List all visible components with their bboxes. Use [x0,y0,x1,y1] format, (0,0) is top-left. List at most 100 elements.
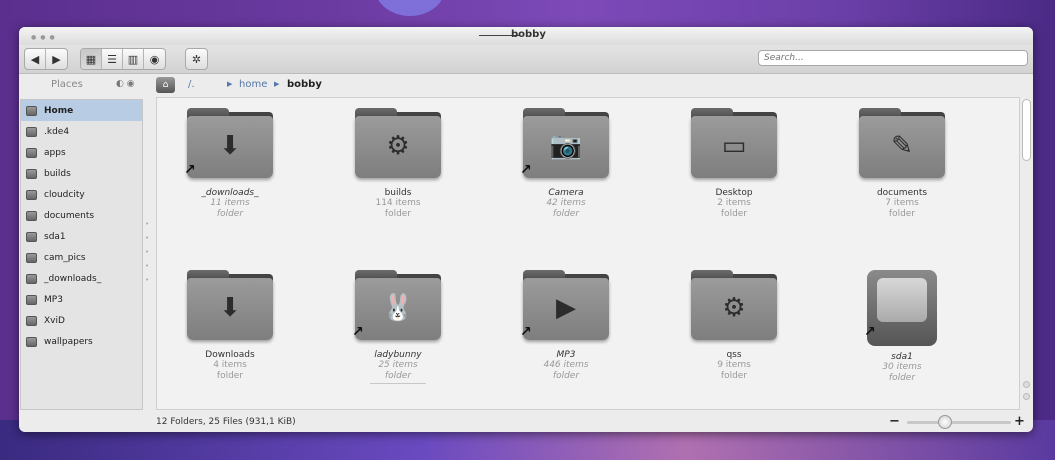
file-item[interactable]: ⬇ ↗ _downloads_ 11 items folder [170,108,290,220]
file-count: 2 items [717,198,751,208]
file-count: 25 items [378,360,418,370]
sidebar-item[interactable]: wallpapers [21,331,142,352]
file-view: ⬇ ↗ _downloads_ 11 items folder ⚙ builds 114 it… [156,97,1020,410]
zoom-slider[interactable] [907,421,1011,424]
sidebar-item[interactable]: builds [21,163,142,184]
home-icon[interactable]: ⌂ [156,77,175,93]
sidebar-item[interactable]: apps [21,142,142,163]
eye-icon: ◉ [149,52,160,66]
sidebar-item-label: apps [44,147,66,158]
file-item[interactable]: ⬇ Downloads 4 items folder [170,270,290,382]
scroll-up-button[interactable] [1023,381,1030,388]
folder-icon: ⚙ [691,270,777,344]
folder-icon [26,147,37,158]
sidebar-item-label: _downloads_ [44,273,102,284]
drive-icon: ↗ [864,270,937,346]
file-name: sda1 [891,352,913,362]
file-type: folder [216,371,244,381]
file-name: builds [384,188,412,198]
file-type: folder [216,209,244,219]
file-count: 4 items [213,360,247,370]
link-arrow-icon: ↗ [184,162,196,178]
chevron-right-icon[interactable]: ▶ [274,80,279,88]
preview-button[interactable]: ◉ [144,49,165,69]
file-name: qss [726,350,742,360]
back-button[interactable]: ◀ [25,49,46,69]
forward-icon: ▶ [52,52,61,66]
folder-icon [26,273,37,284]
sidebar-item[interactable]: Home [21,100,142,121]
breadcrumb-home[interactable]: home [239,79,267,90]
folder-emblem-icon: ⚙ [722,293,746,323]
folder-emblem-icon: 🐰 [381,293,415,323]
details-view-button[interactable]: ☰ [102,49,123,69]
file-item[interactable]: ↗ sda1 30 items folder [842,270,962,384]
folder-emblem-icon: ▭ [721,131,747,161]
list-icon: ☰ [107,52,117,66]
file-name: _downloads_ [201,188,259,198]
sidebar-item-label: documents [44,210,95,221]
link-arrow-icon: ↗ [520,162,532,178]
folder-icon: ✎ [859,108,945,182]
title-bar: ●●● bobby [19,27,1033,45]
file-type: folder [720,209,748,219]
grid-icon: ▦ [85,52,97,66]
file-count: 11 items [210,198,250,208]
file-type: folder [720,371,748,381]
file-item[interactable]: ⚙ builds 114 items folder [338,108,458,220]
sidebar-item-label: MP3 [44,294,63,305]
sidebar-item[interactable]: MP3 [21,289,142,310]
link-arrow-icon: ↗ [520,324,532,340]
splitter-grip[interactable]: • • • • • [145,217,151,287]
back-icon: ◀ [30,52,40,66]
places-controls-icon[interactable]: ◐ ◉ [116,79,135,89]
vertical-scrollbar[interactable] [1020,97,1033,410]
file-count: 7 items [885,198,919,208]
sidebar-item[interactable]: _downloads_ [21,268,142,289]
breadcrumb: ⌂ /. ▶ home ▶ bobby [156,74,1033,96]
file-name: Desktop [715,188,753,198]
folder-icon: ▭ [691,108,777,182]
file-item[interactable]: ▭ Desktop 2 items folder [674,108,794,220]
zoom-out-button[interactable]: − [889,414,900,429]
folder-icon: ⬇ [187,270,273,344]
zoom-slider-handle[interactable] [938,415,952,429]
file-item[interactable]: 🐰 ↗ ladybunny 25 items folder [338,270,458,384]
nav-button-group: ◀ ▶ [24,48,68,70]
file-item[interactable]: ▶ ↗ MP3 446 items folder [506,270,626,382]
zoom-in-button[interactable]: + [1014,414,1025,429]
sidebar-item[interactable]: documents [21,205,142,226]
chevron-right-icon[interactable]: ▶ [227,80,232,88]
folder-icon [26,294,37,305]
icons-view-button[interactable]: ▦ [81,49,102,69]
sidebar-item[interactable]: sda1 [21,226,142,247]
scroll-down-button[interactable] [1023,393,1030,400]
columns-icon: ▥ [127,52,139,66]
file-item[interactable]: 📷 ↗ Camera 42 items folder [506,108,626,220]
breadcrumb-root[interactable]: /. [188,79,195,90]
sidebar-item[interactable]: XviD [21,310,142,331]
sidebar-item[interactable]: .kde4 [21,121,142,142]
file-type: folder [552,209,580,219]
folder-icon [26,315,37,326]
scrollbar-thumb[interactable] [1022,99,1031,161]
window-controls-icon[interactable]: ●●● [31,34,59,41]
breadcrumb-current[interactable]: bobby [287,79,322,90]
file-item[interactable]: ✎ documents 7 items folder [842,108,962,220]
search-input[interactable] [758,50,1028,66]
sidebar-item-label: XviD [44,315,65,326]
sidebar-item[interactable]: cam_pics [21,247,142,268]
file-item[interactable]: ⚙ qss 9 items folder [674,270,794,382]
folder-icon [26,168,37,179]
sidebar-item-label: .kde4 [44,126,70,137]
folder-emblem-icon: ✎ [891,131,913,161]
sidebar-item-label: wallpapers [44,336,93,347]
folder-emblem-icon: ⬇ [219,131,241,161]
settings-button[interactable]: ✲ [186,49,207,69]
forward-button[interactable]: ▶ [46,49,67,69]
places-sidebar: Home .kde4 apps builds cloudcity documents sda… [20,99,143,410]
sidebar-item[interactable]: cloudcity [21,184,142,205]
columns-view-button[interactable]: ▥ [123,49,144,69]
settings-group: ✲ [185,48,208,70]
file-name: Camera [548,188,584,198]
